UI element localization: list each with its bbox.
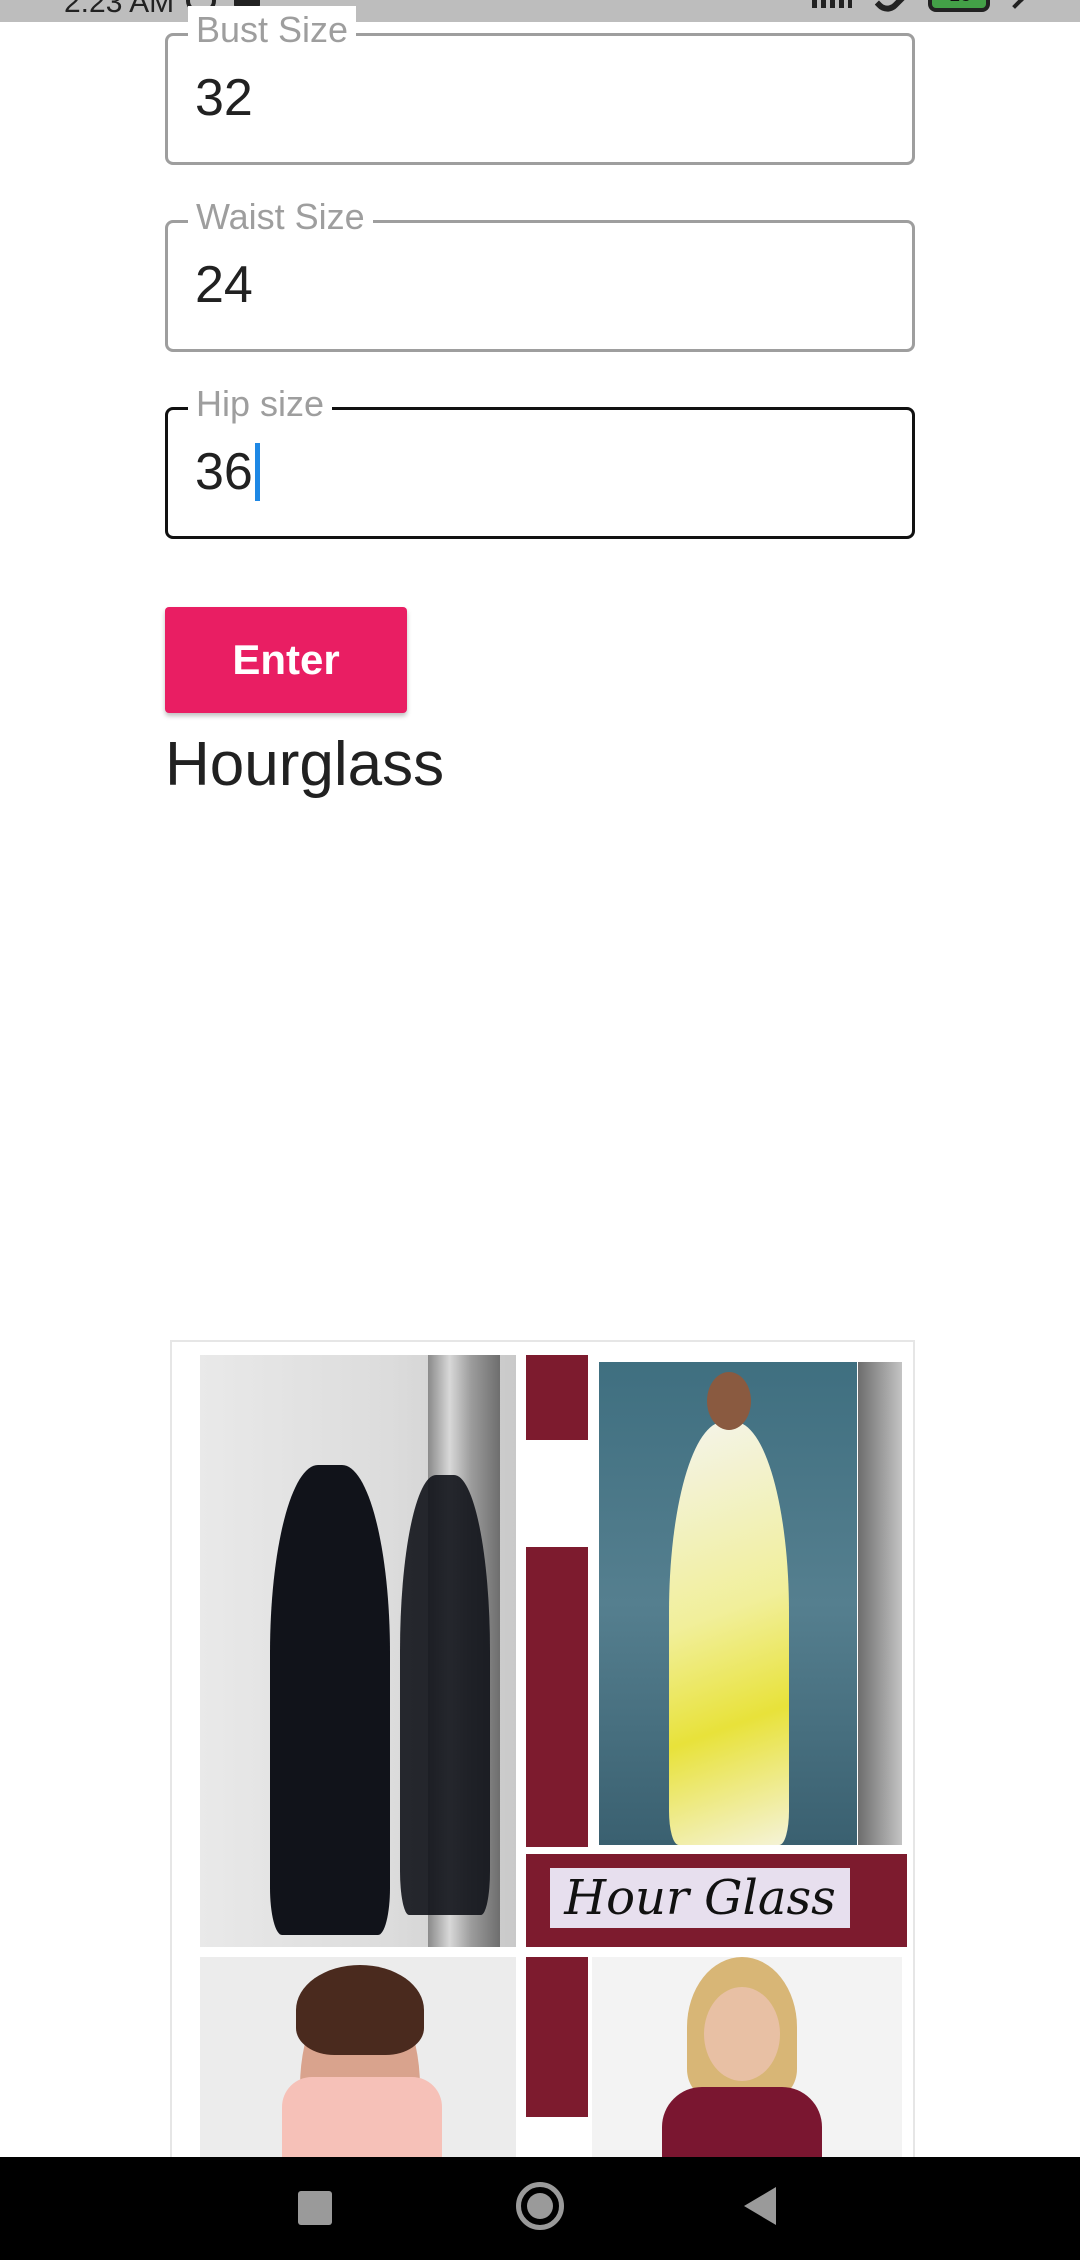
status-bar: 2:23 AM 18 bbox=[0, 0, 1080, 22]
enter-button[interactable]: Enter bbox=[165, 607, 407, 713]
pink-model-hair bbox=[296, 1965, 424, 2055]
wine-dress-photo bbox=[592, 1957, 902, 2158]
collage-title: Hour Glass bbox=[550, 1868, 850, 1928]
photo-edge bbox=[858, 1362, 902, 1845]
hip-size-label: Hip size bbox=[188, 380, 333, 428]
saree-photo bbox=[599, 1362, 857, 1845]
maroon-strip bbox=[526, 1547, 588, 1847]
saree-model-head bbox=[707, 1372, 751, 1430]
text-cursor bbox=[254, 443, 260, 501]
pink-dress-photo bbox=[200, 1957, 516, 2158]
waist-size-value: 24 bbox=[195, 256, 253, 314]
wine-model-face bbox=[704, 1987, 780, 2081]
waist-size-label: Waist Size bbox=[188, 193, 373, 241]
saree-figure bbox=[669, 1422, 789, 1845]
waist-size-field[interactable]: Waist Size 24 bbox=[165, 193, 915, 352]
wifi-icon bbox=[874, 0, 912, 18]
maroon-strip bbox=[526, 1355, 588, 1440]
battery-level: 18 bbox=[949, 0, 971, 7]
hip-size-input[interactable]: 36 bbox=[195, 440, 260, 504]
maroon-strip bbox=[526, 1957, 588, 2117]
hip-size-value: 36 bbox=[195, 443, 253, 501]
black-dress-photo bbox=[200, 1355, 516, 1947]
navigation-bar bbox=[0, 2157, 1080, 2260]
recents-icon[interactable] bbox=[298, 2191, 332, 2225]
signal-icon bbox=[812, 0, 852, 8]
status-time: 2:23 AM bbox=[64, 0, 175, 19]
charging-arrow-icon bbox=[1005, 0, 1025, 9]
body-type-result: Hourglass bbox=[165, 730, 445, 799]
pink-dress bbox=[282, 2077, 442, 2158]
bust-size-field[interactable]: Bust Size 32 bbox=[165, 6, 915, 165]
waist-size-input[interactable]: 24 bbox=[195, 253, 253, 317]
wine-dress bbox=[662, 2087, 822, 2158]
home-icon[interactable] bbox=[516, 2182, 564, 2230]
hourglass-outfit-collage: Hour Glass bbox=[170, 1340, 915, 2160]
hip-size-field[interactable]: Hip size 36 bbox=[165, 380, 915, 539]
home-icon-dot bbox=[527, 2193, 553, 2219]
model-figure bbox=[270, 1465, 390, 1935]
back-icon[interactable] bbox=[744, 2187, 776, 2225]
title-banner: Hour Glass bbox=[526, 1854, 907, 1947]
reflection-figure bbox=[400, 1475, 490, 1915]
bust-size-input[interactable]: 32 bbox=[195, 66, 253, 130]
bust-size-label: Bust Size bbox=[188, 6, 357, 54]
bust-size-value: 32 bbox=[195, 69, 253, 127]
